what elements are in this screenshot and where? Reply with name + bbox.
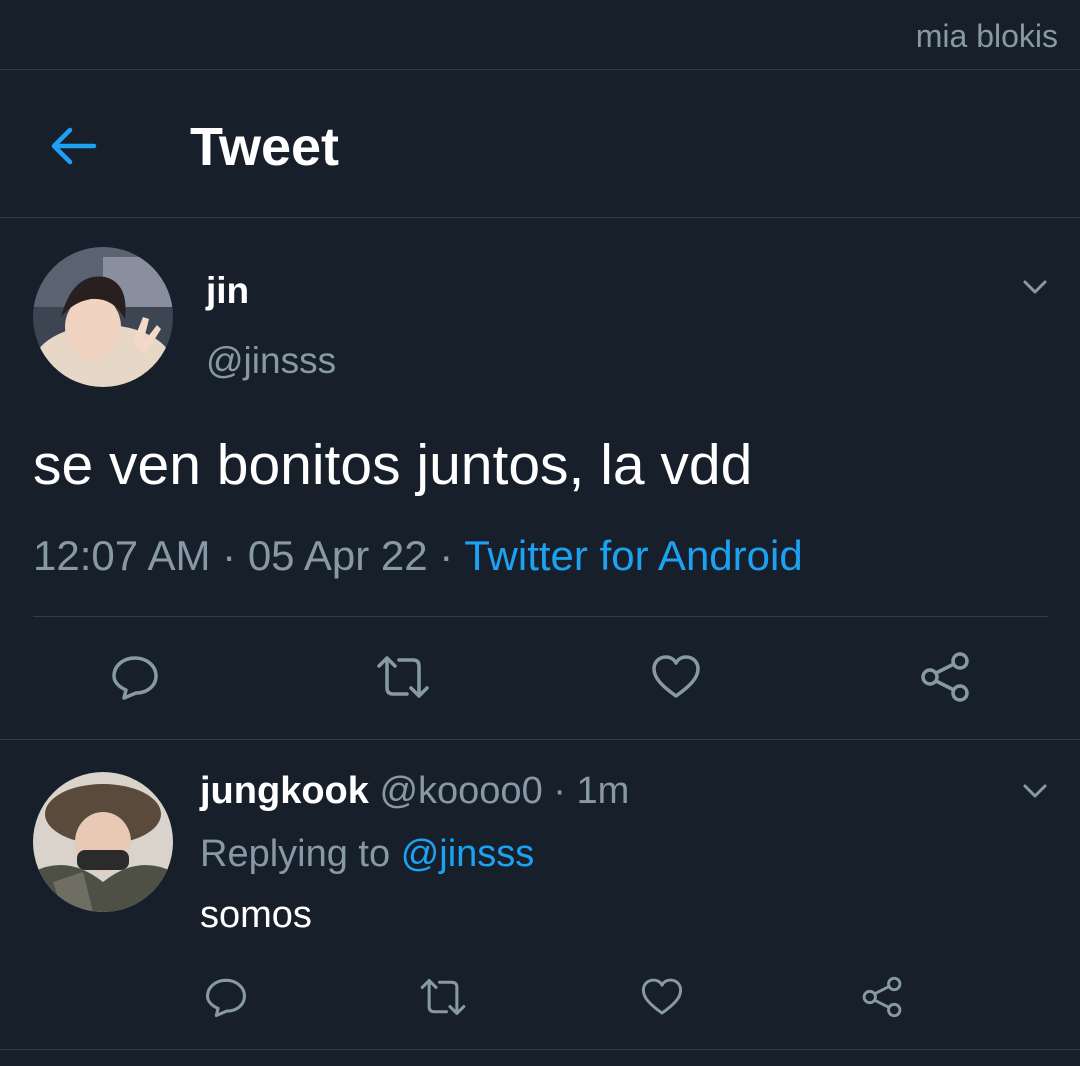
tweet-time: 12:07 AM — [33, 532, 211, 579]
reply-divider — [0, 1049, 1080, 1050]
replying-to: Replying to @jinsss — [200, 833, 534, 876]
tweet-divider — [0, 739, 1080, 740]
retweet-icon — [377, 656, 429, 698]
page-title: Tweet — [190, 117, 340, 177]
replying-to-handle[interactable]: @jinsss — [401, 833, 535, 875]
like-icon — [641, 978, 683, 1015]
reply-like-button[interactable] — [640, 975, 684, 1024]
share-icon — [862, 976, 902, 1018]
reply-retweet-button[interactable] — [417, 975, 469, 1024]
header-bottom-divider — [0, 217, 1080, 218]
like-button[interactable] — [650, 652, 702, 707]
share-button[interactable] — [918, 650, 972, 709]
meta-separator: · — [439, 532, 454, 579]
avatar-jungkook[interactable] — [33, 772, 173, 912]
reply-reply-button[interactable] — [204, 975, 248, 1024]
share-icon — [921, 652, 969, 702]
watermark: mia blokis — [915, 18, 1058, 54]
chevron-down-icon — [1023, 784, 1047, 798]
reply-icon — [112, 656, 158, 700]
header-top-divider — [0, 69, 1080, 70]
reply-more-options-button[interactable] — [1020, 776, 1050, 806]
tweet-date: 05 Apr 22 — [247, 532, 428, 579]
reply-age: 1m — [576, 770, 630, 812]
reply-text: somos — [200, 894, 312, 936]
avatar-image — [33, 772, 173, 912]
tweet-text: se ven bonitos juntos, la vdd — [33, 433, 753, 497]
reply-handle[interactable]: @koooo0 — [379, 770, 542, 812]
avatar-jin[interactable] — [33, 247, 173, 387]
display-name[interactable]: jin — [206, 270, 249, 312]
reply-display-name[interactable]: jungkook — [200, 770, 369, 812]
avatar-image — [33, 247, 173, 387]
tweet-meta: 12:07 AM · 05 Apr 22 · Twitter for Andro… — [33, 532, 803, 580]
replying-to-label: Replying to — [200, 833, 391, 875]
chevron-down-icon — [1023, 280, 1047, 294]
like-icon — [652, 655, 700, 698]
meta-separator: · — [222, 532, 237, 579]
reply-header: jungkook @koooo0 · 1m — [200, 770, 629, 813]
retweet-button[interactable] — [373, 652, 433, 707]
handle[interactable]: @jinsss — [206, 340, 336, 382]
more-options-button[interactable] — [1020, 272, 1050, 302]
retweet-icon — [420, 979, 466, 1015]
reply-button[interactable] — [110, 652, 160, 707]
tweet-meta-divider — [33, 616, 1048, 617]
meta-separator: · — [553, 770, 566, 812]
reply-icon — [205, 978, 247, 1018]
back-button[interactable] — [40, 120, 106, 172]
tweet-source-link[interactable]: Twitter for Android — [464, 532, 802, 579]
arrow-left-icon — [51, 127, 97, 165]
reply-share-button[interactable] — [860, 975, 904, 1024]
